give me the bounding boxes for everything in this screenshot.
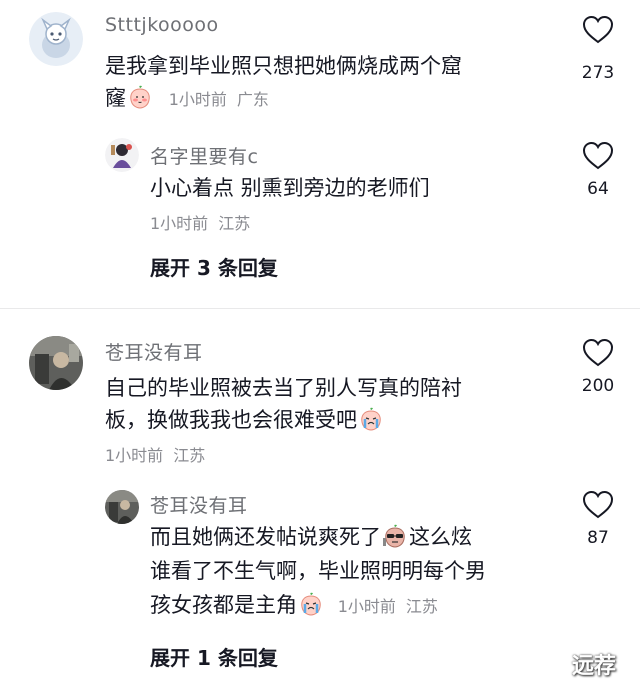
comment-meta: 1小时前 江苏 [105,442,215,466]
avatar-stttjkooooo[interactable] [29,12,83,66]
like-count: 64 [587,179,609,199]
reply-text-fragment: 这么炫 [409,525,472,549]
reply-location: 江苏 [405,597,438,616]
avatar-cangermeiyouer[interactable] [29,336,83,390]
peach-crying-emoji [359,407,383,431]
comment-username[interactable]: Stttjkooooo [105,14,219,36]
comment-text-line: 板，换做我我也会很难受吧 [105,404,385,436]
reply-text-line: 而且她俩还发帖说爽死了 这么炫 [150,521,472,553]
comment-time: 1小时前 [168,90,227,109]
heart-outline-icon [582,490,614,519]
comment-username[interactable]: 苍耳没有耳 [105,338,203,365]
reply-username[interactable]: 苍耳没有耳 [150,491,248,518]
reply-username[interactable]: 名字里要有c [150,142,258,169]
like-button[interactable]: 87 [573,490,623,548]
comment-location: 江苏 [173,446,206,465]
reply-meta: 1小时前 江苏 [150,210,260,234]
comment-location: 广东 [236,90,269,109]
comment-time: 1小时前 [105,446,164,465]
heart-outline-icon [582,338,614,367]
peach-sunglasses-emoji [383,524,407,548]
reply-text-line: 小心着点 别熏到旁边的老师们 [150,176,430,200]
section-divider [0,308,640,309]
reply-time: 1小时前 [150,214,209,233]
heart-outline-icon [582,141,614,170]
like-count: 87 [587,528,609,548]
reply-text-fragment: 而且她俩还发帖说爽死了 [150,525,381,549]
reply-text-line: 谁看了不生气啊，毕业照明明每个男 [150,559,486,583]
comment-text-fragment: 窿 [105,86,126,110]
peach-shy-emoji [128,85,152,109]
reply-text-line: 孩女孩都是主角 1小时前 江苏 [150,589,448,623]
reply-location: 江苏 [218,214,251,233]
reply-text-fragment: 孩女孩都是主角 [150,593,297,617]
like-count: 200 [581,376,615,396]
expand-replies-button[interactable]: 展开 3 条回复 [150,252,278,281]
like-button[interactable]: 273 [573,15,623,83]
watermark: 远荐 [572,654,617,679]
comment-text-line: 自己的毕业照被去当了别人写真的陪衬 [105,376,462,400]
expand-replies-button[interactable]: 展开 1 条回复 [150,642,278,671]
comment-text-line: 是我拿到毕业照只想把她俩烧成两个窟 [105,54,462,78]
comment-text-line: 窿 1小时前 广东 [105,82,279,116]
avatar-reply-user[interactable] [105,138,139,172]
reply-time: 1小时前 [337,597,396,616]
like-count: 273 [581,63,615,83]
like-button[interactable]: 64 [573,141,623,199]
comment-text-fragment: 板，换做我我也会很难受吧 [105,408,357,432]
like-button[interactable]: 200 [573,338,623,396]
heart-outline-icon [582,15,614,44]
peach-crying-emoji [299,592,323,616]
avatar-reply-user[interactable] [105,490,139,524]
